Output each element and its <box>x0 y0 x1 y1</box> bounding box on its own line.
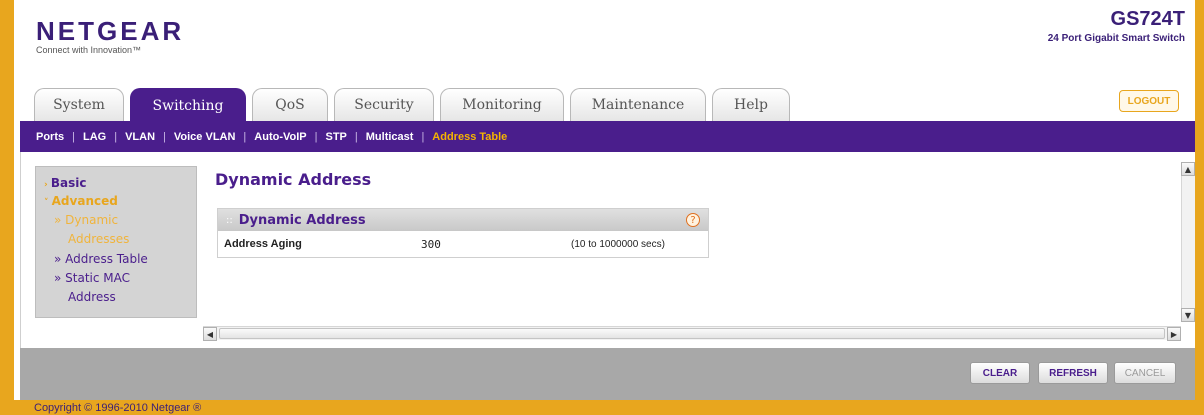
horizontal-scrollbar[interactable]: ◀ ▶ <box>203 326 1181 341</box>
cancel-button[interactable]: CANCEL <box>1114 362 1176 384</box>
sidebar-item-label: Static MAC <box>65 271 131 285</box>
vertical-scrollbar[interactable]: ▲ ▼ <box>1181 162 1195 322</box>
address-aging-label: Address Aging <box>224 238 302 250</box>
tab-switching[interactable]: Switching <box>130 88 246 122</box>
sidebar-item-address-table[interactable]: » Address Table <box>44 249 188 269</box>
subnav-address-table[interactable]: Address Table <box>432 131 507 143</box>
subnav-vlan[interactable]: VLAN <box>125 131 155 143</box>
subnav-separator: | <box>243 130 247 143</box>
help-icon[interactable]: ? <box>686 213 700 227</box>
netgear-logo: NETGEAR Connect with Innovation™ <box>36 16 184 55</box>
scroll-right-icon[interactable]: ▶ <box>1167 327 1181 341</box>
subnav-voice-vlan[interactable]: Voice VLAN <box>174 131 236 143</box>
subnav-stp[interactable]: STP <box>325 131 346 143</box>
subnav-ports[interactable]: Ports <box>36 131 64 143</box>
double-chevron-icon: » <box>54 252 66 266</box>
chevron-down-icon: ˅ <box>44 198 52 208</box>
subnav-multicast[interactable]: Multicast <box>366 131 414 143</box>
subnav-separator: | <box>163 130 166 143</box>
panel-header: :: Dynamic Address ? <box>218 209 708 231</box>
model-name: GS724T <box>1110 8 1185 30</box>
double-chevron-icon: » <box>54 271 66 285</box>
clear-button[interactable]: CLEAR <box>970 362 1030 384</box>
sidebar-item-static-mac-address[interactable]: » Static MAC Address <box>44 269 188 307</box>
logo-text: NETGEAR <box>36 16 185 46</box>
subnav-separator: | <box>114 130 118 143</box>
scroll-left-icon[interactable]: ◀ <box>203 327 217 341</box>
sidebar-item-advanced[interactable]: ˅ Advanced <box>44 193 188 211</box>
action-bar: CLEAR REFRESH CANCEL <box>20 348 1195 400</box>
double-chevron-icon: » <box>54 213 66 227</box>
table-row: Address Aging 300 (10 to 1000000 secs) <box>218 231 708 257</box>
grip-icon: :: <box>226 214 233 226</box>
sub-navigation: Ports | LAG | VLAN | Voice VLAN | Auto-V… <box>20 121 1195 152</box>
address-aging-value[interactable]: 300 <box>421 238 441 251</box>
sidebar-item-label: Address Table <box>65 252 148 266</box>
tab-qos[interactable]: QoS <box>252 88 328 121</box>
sidebar-item-label: Advanced <box>51 194 118 208</box>
sidebar-item-label-cont: Addresses <box>68 232 130 246</box>
tab-help[interactable]: Help <box>712 88 790 121</box>
subnav-lag[interactable]: LAG <box>83 131 106 143</box>
tab-maintenance[interactable]: Maintenance <box>570 88 706 121</box>
tab-monitoring[interactable]: Monitoring <box>440 88 564 121</box>
sidebar-item-label: Basic <box>50 176 87 190</box>
sidebar-item-basic[interactable]: › Basic <box>44 175 188 193</box>
page-title: Dynamic Address <box>215 170 372 189</box>
main-tabs: System Switching QoS Security Monitoring… <box>34 88 796 122</box>
panel-title: Dynamic Address <box>238 212 366 228</box>
sidebar-nav: › Basic ˅ Advanced » Dynamic Addresses »… <box>35 166 197 318</box>
copyright-text: Copyright © 1996-2010 Netgear ® <box>34 402 202 414</box>
subnav-separator: | <box>421 130 425 143</box>
scroll-thumb[interactable] <box>219 328 1165 339</box>
tab-system[interactable]: System <box>34 88 124 121</box>
model-info: GS724T 24 Port Gigabit Smart Switch <box>1048 8 1185 44</box>
subnav-separator: | <box>354 130 358 143</box>
subnav-separator: | <box>314 130 318 143</box>
subnav-separator: | <box>72 130 75 143</box>
content-area: › Basic ˅ Advanced » Dynamic Addresses »… <box>20 152 1195 348</box>
model-description: 24 Port Gigabit Smart Switch <box>1047 33 1185 44</box>
sidebar-item-dynamic-addresses[interactable]: » Dynamic Addresses <box>44 211 188 249</box>
app-frame: NETGEAR Connect with Innovation™ GS724T … <box>14 0 1195 400</box>
subnav-auto-voip[interactable]: Auto-VoIP <box>254 131 306 143</box>
dynamic-address-panel: :: Dynamic Address ? Address Aging 300 (… <box>217 208 709 258</box>
scroll-up-icon[interactable]: ▲ <box>1181 162 1195 176</box>
tab-security[interactable]: Security <box>334 88 434 121</box>
chevron-right-icon: › <box>44 180 51 190</box>
address-aging-range: (10 to 1000000 secs) <box>571 238 665 250</box>
refresh-button[interactable]: REFRESH <box>1038 362 1108 384</box>
sidebar-item-label-cont: Address <box>68 290 116 304</box>
sidebar-item-label: Dynamic <box>65 213 119 227</box>
scroll-down-icon[interactable]: ▼ <box>1181 308 1195 322</box>
logout-button[interactable]: LOGOUT <box>1119 90 1179 112</box>
